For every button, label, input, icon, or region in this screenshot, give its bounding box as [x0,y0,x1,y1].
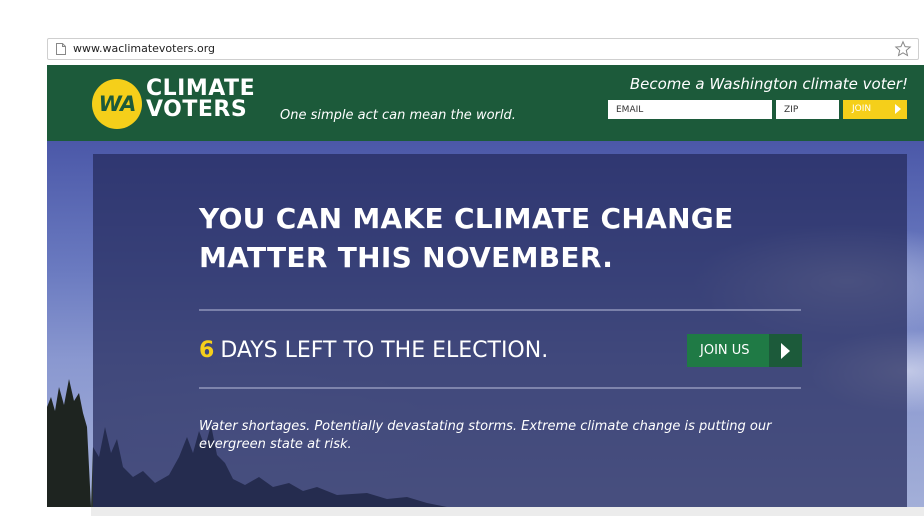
arrow-right-icon [895,104,901,114]
logo-line-1: CLIMATE [146,76,256,101]
countdown-text: DAYS LEFT TO THE ELECTION. [220,338,549,363]
hero-overlay: YOU CAN MAKE CLIMATE CHANGE MATTER THIS … [93,154,907,507]
hero-section: YOU CAN MAKE CLIMATE CHANGE MATTER THIS … [47,141,924,507]
divider-top [199,309,801,311]
logo-abbr: WA [98,92,137,116]
tagline: One simple act can mean the world. [280,108,516,123]
hero-body-text: Water shortages. Potentially devastating… [199,419,772,452]
email-field[interactable] [608,100,772,119]
join-us-label: JOIN US [700,343,750,358]
address-bar[interactable]: www.waclimatevoters.org [47,38,919,60]
star-icon[interactable] [894,40,912,58]
join-button-label: JOIN [852,104,872,114]
site-header: WA CLIMATE VOTERS One simple act can mea… [47,65,924,141]
headline-line-1: YOU CAN MAKE CLIMATE CHANGE [199,202,734,235]
logo-line-2: VOTERS [146,97,248,122]
headline-line-2: MATTER THIS NOVEMBER. [199,241,614,274]
zip-field[interactable] [776,100,839,119]
logo-badge[interactable]: WA [92,79,142,129]
content-strip [91,507,924,516]
url-text[interactable]: www.waclimatevoters.org [73,42,215,55]
logo-wordmark[interactable]: CLIMATE VOTERS [146,76,256,122]
join-us-button[interactable]: JOIN US [687,334,802,367]
election-countdown: 6 DAYS LEFT TO THE ELECTION. [199,338,548,363]
join-button[interactable]: JOIN [843,100,907,119]
arrow-right-icon [781,343,790,359]
signup-title: Become a Washington climate voter! [629,75,908,93]
days-left-count: 6 [199,338,215,363]
page-icon [56,43,66,55]
join-us-arrow-box [769,334,802,367]
browser-window: www.waclimatevoters.org WA CLIMATE VOTER… [47,38,924,516]
divider-bottom [199,387,801,389]
hero-headline: YOU CAN MAKE CLIMATE CHANGE MATTER THIS … [199,199,734,277]
